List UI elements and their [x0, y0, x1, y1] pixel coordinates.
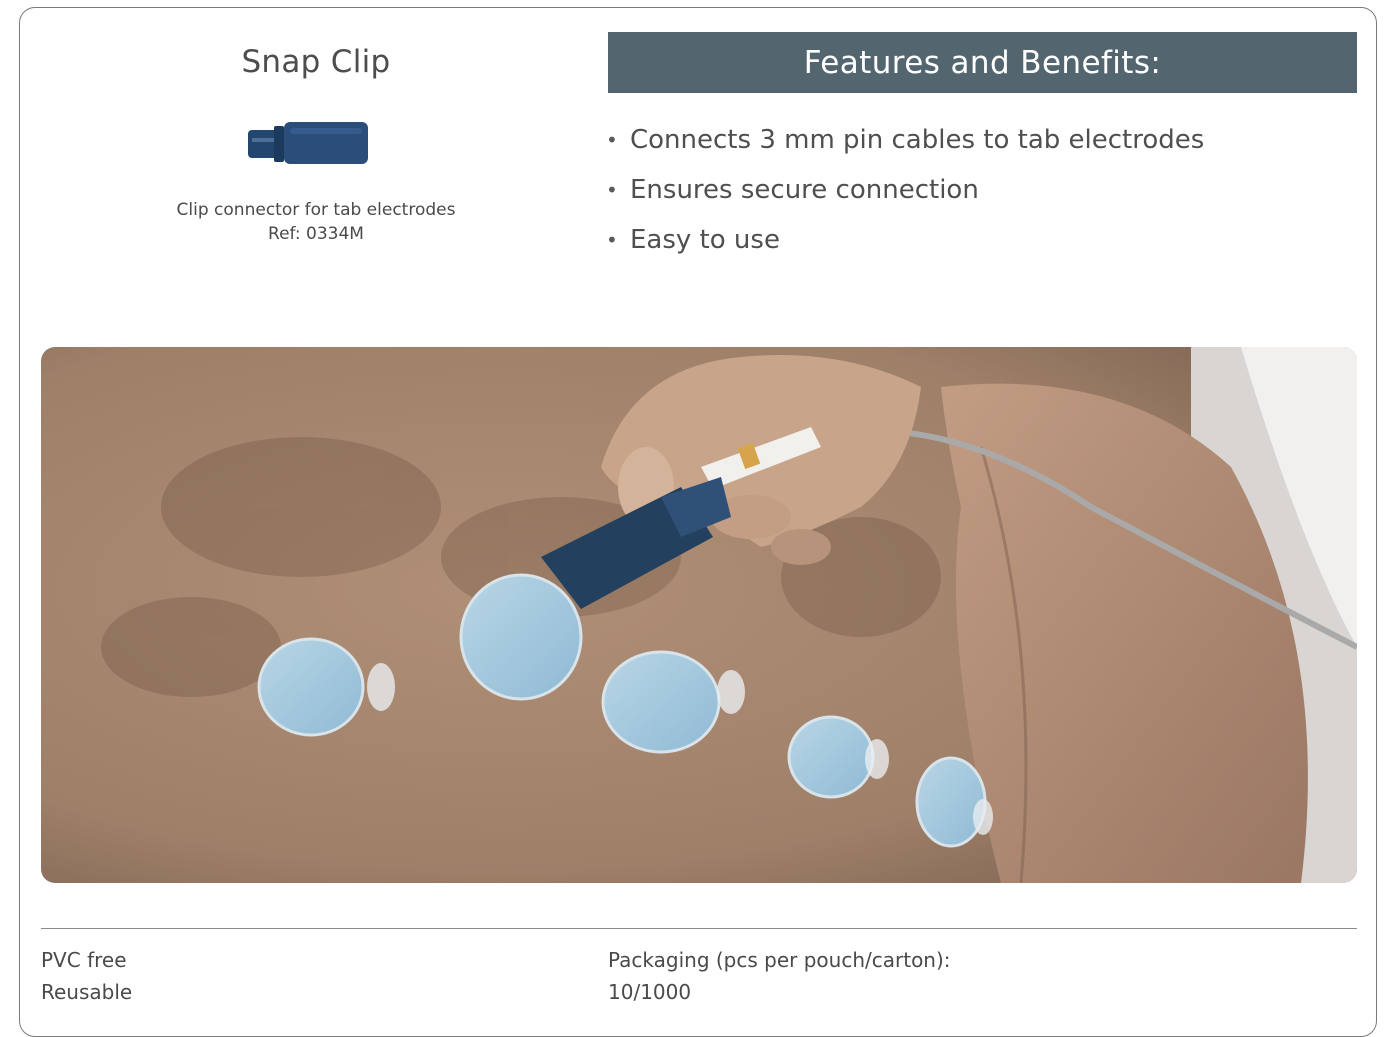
product-reference: Ref: 0334M — [268, 224, 364, 244]
footer-divider — [41, 928, 1357, 929]
product-title: Snap Clip — [241, 44, 391, 80]
feature-item: • Ensures secure connection — [606, 168, 1356, 218]
footer-packaging: Packaging (pcs per pouch/carton): 10/100… — [608, 944, 951, 1008]
features-header: Features and Benefits: — [608, 32, 1357, 93]
property-reusable: Reusable — [41, 980, 133, 1004]
property-pvc-free: PVC free — [41, 948, 127, 972]
packaging-label: Packaging (pcs per pouch/carton): — [608, 948, 951, 972]
bullet-icon: • — [606, 228, 618, 252]
feature-text: Easy to use — [630, 225, 780, 255]
product-description-text: Clip connector for tab electrodes — [176, 200, 456, 220]
feature-item: • Easy to use — [606, 218, 1356, 268]
bullet-icon: • — [606, 128, 618, 152]
product-photo — [41, 347, 1357, 883]
product-description: Clip connector for tab electrodes Ref: 0… — [40, 198, 592, 246]
packaging-value: 10/1000 — [608, 980, 692, 1004]
feature-item: • Connects 3 mm pin cables to tab electr… — [606, 118, 1356, 168]
footer-properties: PVC free Reusable — [41, 944, 132, 1008]
snap-clip-image — [244, 118, 372, 168]
bullet-icon: • — [606, 178, 618, 202]
feature-text: Ensures secure connection — [630, 175, 979, 205]
feature-text: Connects 3 mm pin cables to tab electrod… — [630, 125, 1205, 155]
features-list: • Connects 3 mm pin cables to tab electr… — [606, 118, 1356, 268]
